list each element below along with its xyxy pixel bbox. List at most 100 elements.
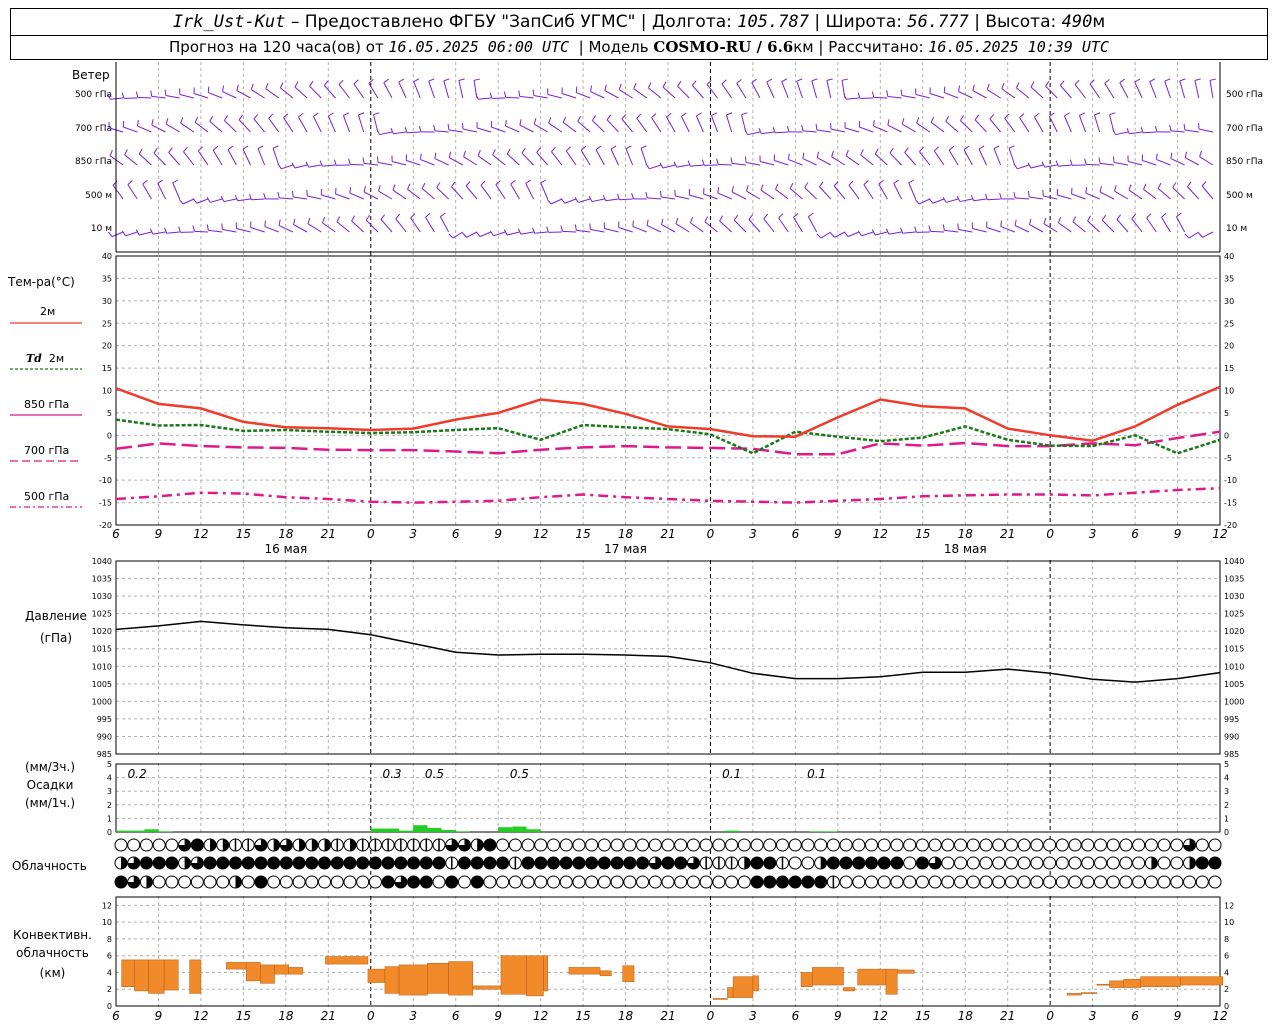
wind-barb-feather: [1143, 183, 1147, 190]
cloud-symbol: [1132, 875, 1146, 889]
wind-barb-staff: [451, 186, 464, 200]
cloud-symbol: [228, 875, 242, 889]
wind-barb-feather: [433, 124, 436, 132]
cloud-symbol: [1068, 838, 1082, 852]
wind-barb: [164, 227, 180, 234]
wind-barb-staff: [1184, 157, 1200, 166]
cloud-symbol: [496, 856, 510, 870]
temp-ytick-right: 5: [1224, 409, 1229, 418]
cloud-circle: [725, 875, 739, 889]
wind-barb-feather: [900, 89, 903, 96]
wind-barb-feather: [206, 224, 209, 231]
wind-barb: [327, 112, 336, 133]
wind-barb: [257, 145, 266, 166]
wind-barb-staff: [662, 164, 676, 169]
cloud-symbol: [839, 838, 853, 852]
wind-barb: [706, 79, 718, 99]
cloud-circle: [877, 838, 891, 852]
cloud-circle: [775, 838, 789, 852]
wind-barb: [462, 231, 478, 238]
cloud-symbol: [737, 856, 751, 870]
cloud-symbol: [279, 838, 293, 852]
cloud-symbol: [1144, 838, 1158, 852]
cloud-circle: [1055, 838, 1069, 852]
wind-barb: [109, 150, 124, 166]
wind-barb: [451, 181, 464, 200]
wind-barb: [168, 147, 181, 166]
wind-barb: [1045, 80, 1058, 99]
wind-barb: [1015, 82, 1030, 99]
wind-barb-feather: [733, 214, 739, 221]
wind-barb-staff: [1030, 164, 1044, 169]
wind-barb-staff: [1058, 222, 1072, 233]
wind-barb-feather: [313, 112, 319, 117]
wind-barb-staff: [789, 188, 803, 200]
wind-barb-staff: [963, 149, 973, 166]
wind-barb-feather: [268, 113, 274, 119]
convective-bar: [1096, 983, 1110, 986]
conv-xtick: 3: [409, 1009, 417, 1023]
precip-ytick-left: 5: [107, 760, 112, 769]
cloud-circle: [826, 838, 840, 852]
wind-barb: [1119, 78, 1129, 99]
wind-barb: [733, 214, 747, 233]
cloud-overcast: [254, 875, 268, 889]
wind-barb-feather: [696, 112, 702, 117]
wind-barb: [989, 114, 1002, 133]
wind-barb-feather: [238, 114, 244, 121]
cloud-symbol: [865, 838, 879, 852]
wind-barb: [1008, 145, 1016, 166]
wind-barb-staff: [1194, 80, 1200, 99]
wind-barb-feather: [343, 112, 350, 116]
cloud-circle: [699, 875, 713, 889]
wind-barb: [929, 87, 945, 99]
wind-barb-staff: [619, 198, 633, 201]
temp-xtick: 18: [278, 527, 294, 541]
wind-barb-staff: [778, 217, 789, 233]
cloud-symbol: [203, 875, 217, 889]
cloud-circle: [1157, 875, 1171, 889]
wind-barb-staff: [733, 219, 747, 233]
wind-barb: [914, 226, 930, 233]
cloud-symbol: [203, 838, 217, 852]
wind-barb-staff: [294, 164, 308, 169]
cloud-overcast: [534, 856, 548, 870]
cloud-circle: [865, 838, 879, 852]
wind-barb-feather: [278, 219, 281, 226]
wind-barb-feather: [843, 231, 849, 237]
wind-barb-staff: [194, 230, 209, 233]
wind-barb-staff: [434, 158, 449, 166]
temp-xtick: 9: [1174, 527, 1182, 541]
wind-barb-feather: [808, 212, 814, 218]
wind-barb: [766, 78, 775, 99]
wind-barb-feather: [731, 186, 734, 193]
temp-ytick-right: 15: [1224, 364, 1234, 373]
wind-barb: [602, 195, 619, 202]
wind-barb-feather: [328, 112, 334, 117]
cloud-circle: [954, 856, 968, 870]
wind-barb-staff: [283, 117, 294, 133]
wind-barb-staff: [919, 151, 931, 166]
wind-barb: [863, 180, 874, 200]
precip-3h-total: 0.1: [722, 767, 741, 781]
wind-barb-feather: [789, 182, 794, 189]
cloud-symbol: [139, 856, 153, 870]
wind-barb: [804, 182, 817, 200]
wind-barb-staff: [1100, 162, 1114, 166]
wind-barb: [383, 78, 393, 99]
precip-bar: [526, 829, 541, 832]
wind-barb-feather: [863, 180, 869, 185]
wind-barb-feather: [831, 150, 834, 157]
wind-barb: [380, 214, 393, 233]
cloud-symbol: [1208, 856, 1222, 870]
cloud-symbol: [267, 875, 281, 889]
wind-barb-staff: [811, 80, 818, 99]
temp-xtick: 12: [533, 527, 548, 541]
wind-barb-feather: [942, 224, 945, 231]
wind-barb-staff: [748, 219, 761, 233]
wind-barb: [1099, 186, 1115, 200]
wind-barb: [194, 116, 209, 133]
wind-barb-feather: [592, 115, 597, 121]
wind-barb: [636, 113, 648, 133]
cloud-symbol: [648, 856, 662, 870]
